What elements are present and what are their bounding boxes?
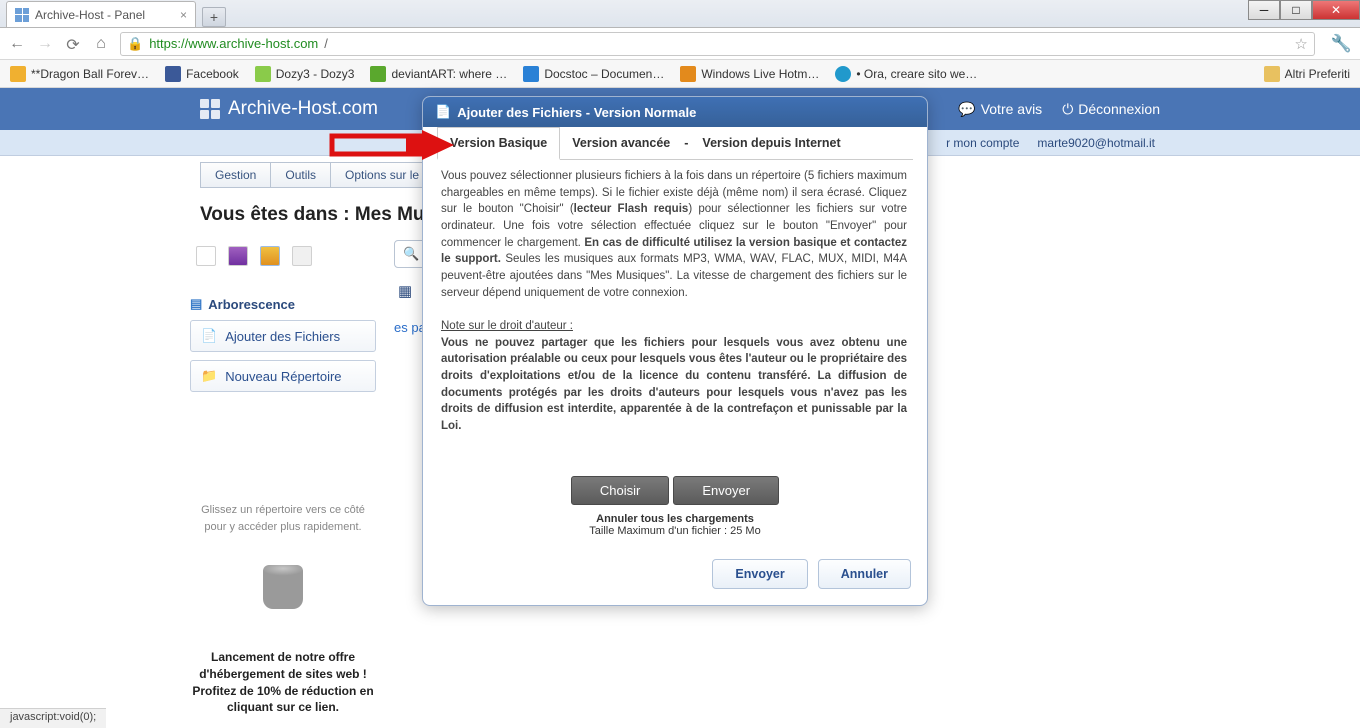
filter-videos-icon[interactable] [228,246,248,266]
send-button[interactable]: Envoyer [712,559,807,589]
plus-file-icon: 📄 [201,328,217,344]
folder-icon: 📁 [201,368,217,384]
add-files-modal: 📄 Ajouter des Fichiers - Version Normale… [422,96,928,606]
logout-link[interactable]: ⏻Déconnexion [1062,101,1160,118]
filter-music-icon[interactable] [260,246,280,266]
feedback-link[interactable]: 💬Votre avis [958,101,1042,118]
my-account-link[interactable]: r mon compte [946,136,1019,150]
file-add-icon: 📄 [435,104,451,120]
add-files-button[interactable]: 📄 Ajouter des Fichiers [190,320,376,352]
url-scheme: https:// [149,36,188,51]
sidebar: ▤ Arborescence 📄 Ajouter des Fichiers 📁 … [190,240,376,716]
chat-icon: 💬 [958,101,975,118]
forward-button[interactable]: → [36,35,54,53]
new-tab-button[interactable]: + [202,7,226,27]
annotation-arrow-icon [328,126,458,168]
bookmark-item[interactable]: Docstoc – Documen… [523,66,664,82]
back-button[interactable]: ← [8,35,26,53]
bookmark-item[interactable]: **Dragon Ball Forev… [10,66,149,82]
trash-icon[interactable] [263,565,303,609]
window-close-button[interactable]: ✕ [1312,0,1360,20]
bookmark-star-icon[interactable]: ☆ [1294,35,1307,53]
window-minimize-button[interactable]: ─ [1248,0,1280,20]
send-inner-button[interactable]: Envoyer [673,476,779,505]
wrench-menu-icon[interactable]: 🔧 [1331,34,1352,54]
filter-all-icon[interactable] [196,246,216,266]
url-path: / [324,36,328,51]
promo-text: Lancement de notre offre d'hébergement d… [190,649,376,716]
menu-tab-gestion[interactable]: Gestion [200,162,271,188]
url-host: www.archive-host.com [188,36,318,51]
menu-tab-outils[interactable]: Outils [271,162,331,188]
status-bar: javascript:void(0); [0,708,106,728]
user-email: marte9020@hotmail.it [1037,136,1155,150]
max-size-label: Taille Maximum d'un fichier : 25 Mo [437,525,913,537]
filter-other-icon[interactable] [292,246,312,266]
power-icon: ⏻ [1062,101,1073,118]
reload-button[interactable]: ⟳ [64,35,82,53]
copyright-note-label: Note sur le droit d'auteur : [441,320,573,332]
modal-title: Ajouter des Fichiers - Version Normale [457,105,696,120]
modal-title-bar: 📄 Ajouter des Fichiers - Version Normale [423,97,927,127]
tab-title: Archive-Host - Panel [35,8,145,22]
cancel-button[interactable]: Annuler [818,559,911,589]
version-tabs: Version Basique Version avancée - Versio… [437,127,913,160]
logo-icon [200,99,220,119]
version-tab-advanced[interactable]: Version avancée [560,128,682,158]
cancel-all-label[interactable]: Annuler tous les chargements [437,513,913,525]
bookmark-item[interactable]: deviantART: where … [370,66,507,82]
tree-heading: ▤ Arborescence [190,296,376,312]
version-tab-internet[interactable]: Version depuis Internet [690,128,852,158]
browser-tab-strip: Archive-Host - Panel × + [0,0,1360,28]
tab-close-icon[interactable]: × [180,8,187,22]
window-maximize-button[interactable]: □ [1280,0,1312,20]
browser-tab[interactable]: Archive-Host - Panel × [6,1,196,27]
tree-icon: ▤ [190,296,202,312]
lock-icon: 🔒 [127,36,143,52]
bookmark-item[interactable]: Windows Live Hotm… [680,66,819,82]
new-folder-button[interactable]: 📁 Nouveau Répertoire [190,360,376,392]
choose-button[interactable]: Choisir [571,476,669,505]
modal-scroll-text[interactable]: Vous pouvez sélectionner plusieurs fichi… [437,160,913,470]
bookmark-item[interactable]: Facebook [165,66,239,82]
address-bar[interactable]: 🔒 https://www.archive-host.com / ☆ [120,32,1315,56]
brand-name: Archive-Host.com [228,98,378,120]
bookmark-item[interactable]: • Ora, creare sito we… [835,66,977,82]
bookmark-item[interactable]: Dozy3 - Dozy3 [255,66,355,82]
browser-nav-bar: ← → ⟳ ⌂ 🔒 https://www.archive-host.com / … [0,28,1360,60]
other-bookmarks-button[interactable]: Altri Preferiti [1264,66,1350,82]
bookmark-bar: **Dragon Ball Forev… Facebook Dozy3 - Do… [0,60,1360,88]
home-button[interactable]: ⌂ [92,35,110,53]
favicon-icon [15,8,29,22]
copyright-note-text: Vous ne pouvez partager que les fichiers… [441,335,907,435]
drop-hint-text: Glissez un répertoire vers ce côté pour … [190,502,376,535]
view-grid-icon[interactable]: ▦ [398,282,412,300]
search-icon: 🔍 [403,246,419,262]
